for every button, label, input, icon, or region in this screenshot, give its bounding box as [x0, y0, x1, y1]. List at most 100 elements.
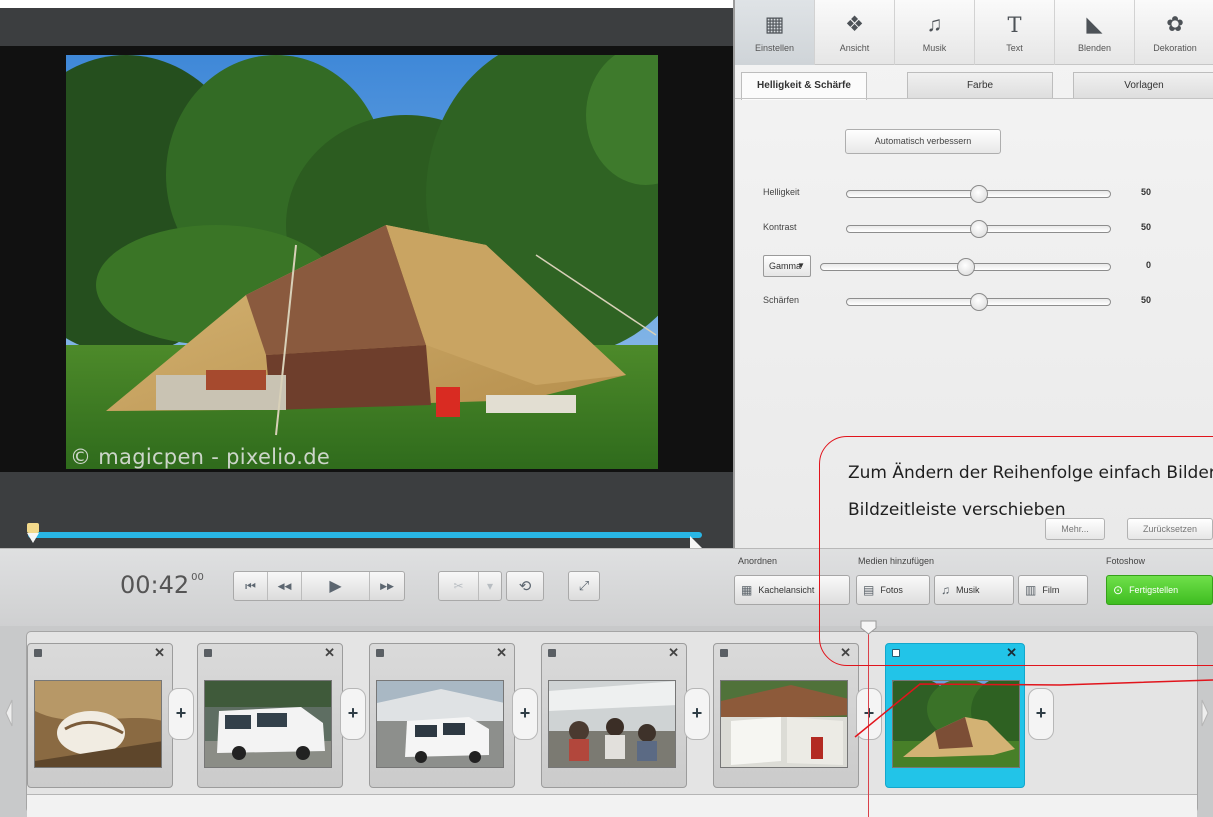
scroll-right-arrow[interactable] — [1200, 698, 1210, 728]
insert-button[interactable]: + — [512, 688, 538, 740]
tool-tab-einstellen[interactable]: ▦ Einstellen — [735, 0, 815, 65]
annotation-text-line-1: Zum Ändern der Reihenfolge einfach Bilde… — [848, 463, 1213, 483]
timeline-clip[interactable]: ✕ — [541, 643, 687, 788]
tool-tab-label: Musik — [922, 42, 947, 53]
rewind-button[interactable]: ◀◀ — [268, 572, 302, 600]
tool-tab-ansicht[interactable]: ❖ Ansicht — [815, 0, 895, 65]
subtab-color[interactable]: Farbe — [907, 72, 1053, 98]
timeline-audio-lane — [27, 794, 1197, 817]
subtab-divider — [735, 98, 1213, 99]
tool-tab-blenden[interactable]: ◣ Blenden — [1055, 0, 1135, 65]
tool-tab-label: Einstellen — [754, 42, 795, 53]
auto-enhance-button[interactable]: Automatisch verbessern — [845, 129, 1001, 154]
slider-thumb[interactable] — [969, 293, 988, 311]
tool-tab-label: Ansicht — [839, 42, 870, 53]
gamma-dropdown[interactable]: Gamma ▼ — [763, 255, 811, 277]
arrange-group-label: Anordnen — [738, 556, 778, 566]
clip-checkbox[interactable] — [720, 649, 728, 657]
subtab-templates[interactable]: Vorlagen — [1073, 72, 1213, 98]
brightness-slider[interactable] — [846, 185, 1111, 203]
insert-button[interactable]: + — [684, 688, 710, 740]
contrast-slider-row: Kontrast 50 — [763, 217, 1183, 241]
playback-progress-bar[interactable] — [28, 532, 702, 538]
timeline-clip[interactable]: ✕ — [197, 643, 343, 788]
brightness-value: 50 — [1141, 187, 1152, 197]
clip-thumbnail — [204, 680, 332, 768]
timecode-main: 00:42 — [120, 571, 190, 599]
close-icon[interactable]: ✕ — [668, 645, 679, 661]
clip-checkbox[interactable] — [376, 649, 384, 657]
timecode: 00:42 00 — [120, 571, 204, 599]
music-icon: ♫ — [926, 12, 943, 36]
preview-photo — [66, 55, 658, 469]
insert-button[interactable]: + — [340, 688, 366, 740]
contrast-slider[interactable] — [846, 220, 1111, 238]
scroll-left-arrow[interactable] — [4, 698, 14, 728]
scissors-icon: ✂ — [453, 579, 464, 593]
fullscreen-group: ⤢ — [568, 571, 600, 601]
skip-start-icon: ⏮ — [245, 578, 256, 593]
timeline-clip[interactable]: ✕ — [713, 643, 859, 788]
cut-menu-button[interactable]: ▾ — [479, 572, 501, 600]
fullscreen-button[interactable]: ⤢ — [569, 572, 599, 600]
fullscreen-icon: ⤢ — [578, 578, 590, 593]
sharpen-label: Schärfen — [763, 295, 800, 305]
rotate-button[interactable]: ⟲ — [507, 572, 543, 600]
tool-tab-text[interactable]: T Text — [975, 0, 1055, 65]
fast-forward-button[interactable]: ▶▶ — [370, 572, 404, 600]
tool-tab-dekoration[interactable]: ✿ Dekoration — [1135, 0, 1213, 65]
insert-button[interactable]: + — [1028, 688, 1054, 740]
progress-start-marker[interactable] — [24, 523, 42, 543]
contrast-value: 50 — [1141, 222, 1152, 232]
subtab-brightness-sharpness[interactable]: Helligkeit & Schärfe — [741, 72, 867, 100]
cut-button[interactable]: ✂ — [439, 572, 479, 600]
clip-checkbox[interactable] — [34, 649, 42, 657]
close-icon[interactable]: ✕ — [154, 645, 165, 661]
slider-thumb[interactable] — [969, 220, 988, 238]
transition-icon: ◣ — [1086, 12, 1103, 36]
tool-tab-label: Blenden — [1077, 42, 1112, 53]
decoration-icon: ✿ — [1166, 12, 1184, 36]
sharpen-value: 50 — [1141, 295, 1152, 305]
chevron-down-icon: ▼ — [797, 261, 805, 270]
play-button[interactable]: ▶ — [302, 572, 370, 600]
photo-watermark: © magicpen - pixelio.de — [70, 445, 331, 469]
rewind-icon: ◀◀ — [277, 580, 292, 591]
tool-tab-label: Dekoration — [1153, 42, 1197, 53]
timeline-clip[interactable]: ✕ — [369, 643, 515, 788]
view-icon: ❖ — [845, 12, 864, 36]
photo-show-editor: © magicpen - pixelio.de ▦ Einstellen ❖ A… — [0, 0, 1213, 817]
slider-thumb[interactable] — [956, 258, 975, 276]
annotation-text-line-2: Bildzeitleiste verschieben — [848, 500, 1066, 520]
clip-checkbox[interactable] — [548, 649, 556, 657]
chevron-down-icon: ▾ — [486, 579, 494, 593]
preview-pane: © magicpen - pixelio.de — [0, 0, 733, 550]
gamma-slider[interactable] — [820, 258, 1111, 276]
clip-thumbnail — [720, 680, 848, 768]
sharpen-slider-row: Schärfen 50 — [763, 290, 1183, 314]
slider-thumb[interactable] — [969, 185, 988, 203]
close-icon[interactable]: ✕ — [496, 645, 507, 661]
clip-thumbnail — [892, 680, 1020, 768]
fast-forward-icon: ▶▶ — [380, 580, 394, 591]
adjust-subtabs: Helligkeit & Schärfe Farbe Vorlagen — [735, 70, 1213, 100]
skip-start-button[interactable]: ⏮ — [234, 572, 268, 600]
cut-dropdown: ✂ ▾ — [438, 571, 502, 601]
insert-button[interactable]: + — [856, 688, 882, 740]
tool-tab-label: Text — [1006, 42, 1023, 53]
adjust-icon: ▦ — [764, 12, 785, 36]
tile-view-label: Kachelansicht — [758, 585, 815, 595]
timeline-clip[interactable]: ✕ — [27, 643, 173, 788]
insert-button[interactable]: + — [168, 688, 194, 740]
clip-checkbox[interactable] — [204, 649, 212, 657]
contrast-label: Kontrast — [763, 222, 797, 232]
clip-thumbnail — [34, 680, 162, 768]
sharpen-slider[interactable] — [846, 293, 1111, 311]
gamma-value: 0 — [1146, 260, 1152, 270]
tool-tabs: ▦ Einstellen ❖ Ansicht ♫ Musik T Text ◣ … — [735, 0, 1213, 65]
close-icon[interactable]: ✕ — [324, 645, 335, 661]
tool-tab-musik[interactable]: ♫ Musik — [895, 0, 975, 65]
rotate-group: ⟲ — [506, 571, 544, 601]
grid-icon: ▦ — [741, 583, 753, 597]
brightness-label: Helligkeit — [763, 187, 800, 197]
